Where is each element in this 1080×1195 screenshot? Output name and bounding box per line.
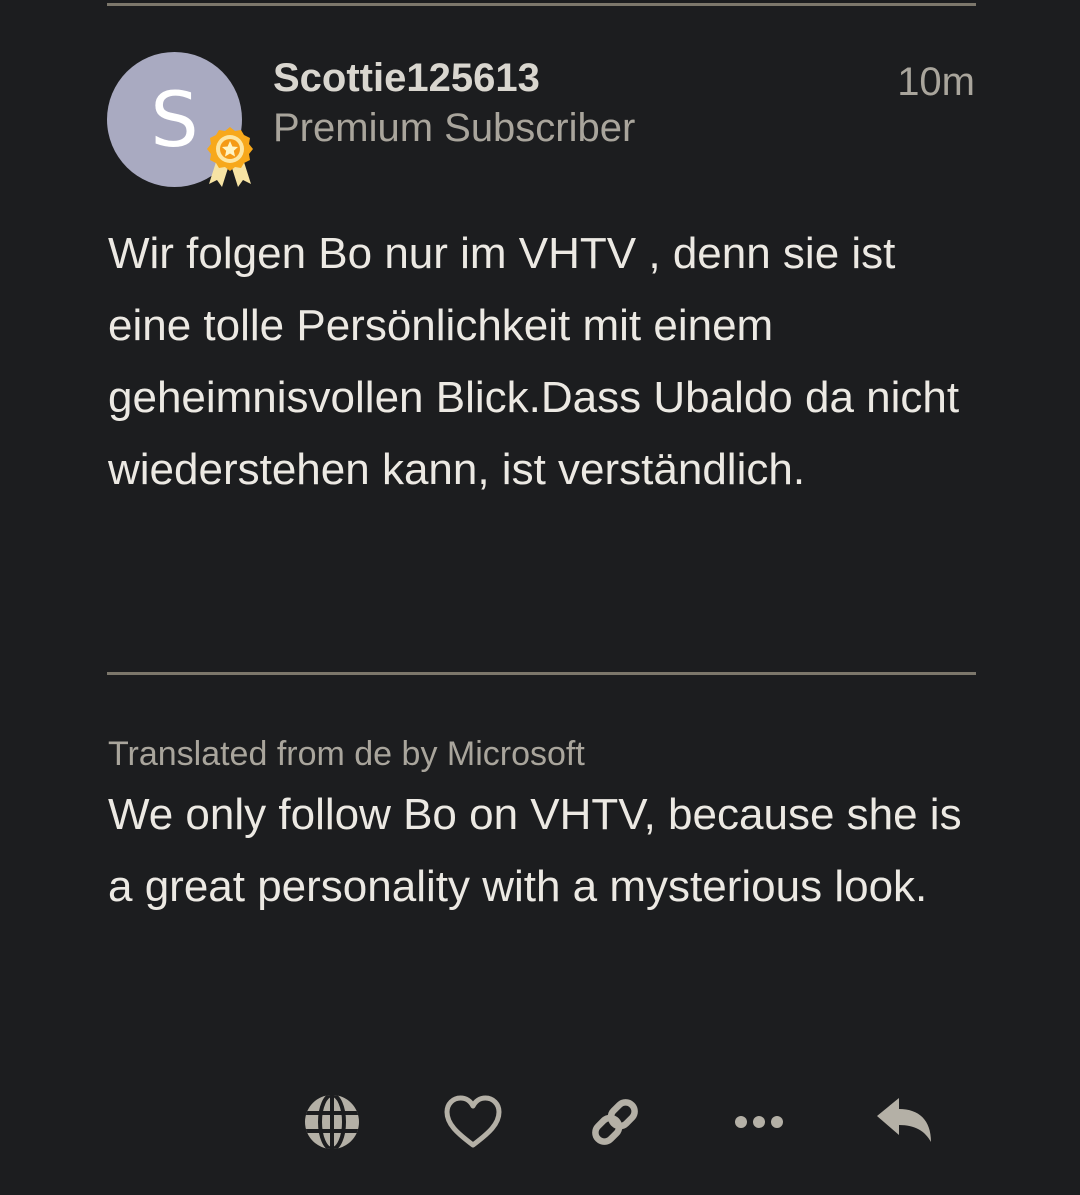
ellipsis-icon	[729, 1112, 789, 1132]
post-translated-text: We only follow Bo on VHTV, because she i…	[108, 790, 962, 911]
like-button[interactable]	[441, 1090, 505, 1154]
top-divider	[107, 3, 976, 6]
author-role: Premium Subscriber	[273, 106, 636, 150]
translate-button[interactable]	[300, 1090, 364, 1154]
award-ribbon-icon	[203, 124, 257, 190]
copy-link-button[interactable]	[583, 1090, 647, 1154]
author-username[interactable]: Scottie125613	[273, 53, 540, 103]
reply-button[interactable]	[872, 1090, 936, 1154]
post-original-text: Wir folgen Bo nur im VHTV , denn sie ist…	[108, 229, 960, 494]
post-action-bar	[0, 1090, 1080, 1154]
post-page: S Scottie125613 Premium Subscriber 10m W…	[0, 0, 1080, 1195]
more-options-button[interactable]	[727, 1090, 791, 1154]
heart-icon	[443, 1094, 503, 1150]
globe-icon	[302, 1092, 362, 1152]
translation-divider	[107, 672, 976, 675]
reply-icon	[873, 1094, 935, 1150]
link-icon	[585, 1092, 645, 1152]
post-timestamp: 10m	[897, 60, 975, 104]
translation-attribution: Translated from de by Microsoft	[108, 735, 585, 773]
